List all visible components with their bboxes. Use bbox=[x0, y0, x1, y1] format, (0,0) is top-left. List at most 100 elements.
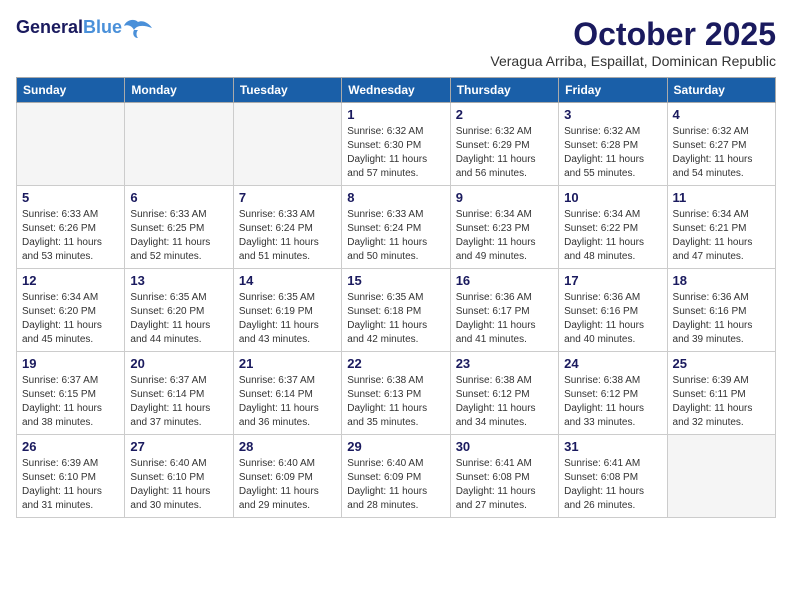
day-number: 24 bbox=[564, 356, 661, 371]
calendar-cell bbox=[125, 103, 233, 186]
calendar-cell: 8 Sunrise: 6:33 AM Sunset: 6:24 PM Daylig… bbox=[342, 186, 450, 269]
day-number: 30 bbox=[456, 439, 553, 454]
day-info: Sunrise: 6:39 AM Sunset: 6:11 PM Dayligh… bbox=[673, 374, 770, 430]
day-number: 1 bbox=[347, 107, 444, 122]
day-number: 8 bbox=[347, 190, 444, 205]
calendar-cell: 16 Sunrise: 6:36 AM Sunset: 6:17 PM Dayli… bbox=[450, 269, 558, 352]
calendar-cell: 10 Sunrise: 6:34 AM Sunset: 6:22 PM Dayli… bbox=[559, 186, 667, 269]
calendar-week-row: 12 Sunrise: 6:34 AM Sunset: 6:20 PM Dayli… bbox=[17, 269, 776, 352]
calendar-cell: 7 Sunrise: 6:33 AM Sunset: 6:24 PM Daylig… bbox=[233, 186, 341, 269]
day-number: 21 bbox=[239, 356, 336, 371]
calendar-cell: 29Sunrise: 6:40 AM Sunset: 6:09 PM Dayli… bbox=[342, 435, 450, 518]
day-number: 7 bbox=[239, 190, 336, 205]
day-info: Sunrise: 6:41 AM Sunset: 6:08 PM Dayligh… bbox=[564, 457, 661, 513]
day-info: Sunrise: 6:40 AM Sunset: 6:09 PM Dayligh… bbox=[239, 457, 336, 513]
day-info: Sunrise: 6:37 AM Sunset: 6:14 PM Dayligh… bbox=[239, 374, 336, 430]
day-info: Sunrise: 6:36 AM Sunset: 6:16 PM Dayligh… bbox=[673, 291, 770, 347]
day-number: 28 bbox=[239, 439, 336, 454]
day-info: Sunrise: 6:33 AM Sunset: 6:26 PM Dayligh… bbox=[22, 208, 119, 264]
calendar-cell: 20Sunrise: 6:37 AM Sunset: 6:14 PM Dayli… bbox=[125, 352, 233, 435]
calendar-cell: 27 Sunrise: 6:40 AM Sunset: 6:10 PM Dayli… bbox=[125, 435, 233, 518]
calendar-cell: 31 Sunrise: 6:41 AM Sunset: 6:08 PM Dayli… bbox=[559, 435, 667, 518]
day-info: Sunrise: 6:34 AM Sunset: 6:21 PM Dayligh… bbox=[673, 208, 770, 264]
day-info: Sunrise: 6:33 AM Sunset: 6:25 PM Dayligh… bbox=[130, 208, 227, 264]
day-info: Sunrise: 6:38 AM Sunset: 6:12 PM Dayligh… bbox=[456, 374, 553, 430]
weekday-header-row: SundayMondayTuesdayWednesdayThursdayFrid… bbox=[17, 78, 776, 103]
calendar-cell bbox=[667, 435, 775, 518]
day-info: Sunrise: 6:36 AM Sunset: 6:17 PM Dayligh… bbox=[456, 291, 553, 347]
weekday-header-sunday: Sunday bbox=[17, 78, 125, 103]
calendar-cell: 24 Sunrise: 6:38 AM Sunset: 6:12 PM Dayli… bbox=[559, 352, 667, 435]
day-number: 18 bbox=[673, 273, 770, 288]
day-number: 26 bbox=[22, 439, 119, 454]
day-number: 29 bbox=[347, 439, 444, 454]
calendar-cell: 19 Sunrise: 6:37 AM Sunset: 6:15 PM Dayli… bbox=[17, 352, 125, 435]
calendar-cell: 30Sunrise: 6:41 AM Sunset: 6:08 PM Dayli… bbox=[450, 435, 558, 518]
day-info: Sunrise: 6:33 AM Sunset: 6:24 PM Dayligh… bbox=[347, 208, 444, 264]
day-number: 27 bbox=[130, 439, 227, 454]
day-info: Sunrise: 6:38 AM Sunset: 6:12 PM Dayligh… bbox=[564, 374, 661, 430]
weekday-header-monday: Monday bbox=[125, 78, 233, 103]
day-number: 14 bbox=[239, 273, 336, 288]
weekday-header-saturday: Saturday bbox=[667, 78, 775, 103]
day-number: 31 bbox=[564, 439, 661, 454]
calendar-cell: 12 Sunrise: 6:34 AM Sunset: 6:20 PM Dayli… bbox=[17, 269, 125, 352]
weekday-header-thursday: Thursday bbox=[450, 78, 558, 103]
day-number: 13 bbox=[130, 273, 227, 288]
day-info: Sunrise: 6:38 AM Sunset: 6:13 PM Dayligh… bbox=[347, 374, 444, 430]
day-number: 16 bbox=[456, 273, 553, 288]
day-info: Sunrise: 6:32 AM Sunset: 6:29 PM Dayligh… bbox=[456, 125, 553, 181]
month-title: October 2025 bbox=[490, 16, 776, 53]
day-info: Sunrise: 6:35 AM Sunset: 6:18 PM Dayligh… bbox=[347, 291, 444, 347]
logo: GeneralBlue bbox=[16, 16, 152, 40]
calendar-cell: 17 Sunrise: 6:36 AM Sunset: 6:16 PM Dayli… bbox=[559, 269, 667, 352]
day-info: Sunrise: 6:34 AM Sunset: 6:22 PM Dayligh… bbox=[564, 208, 661, 264]
day-info: Sunrise: 6:32 AM Sunset: 6:30 PM Dayligh… bbox=[347, 125, 444, 181]
calendar-cell: 26 Sunrise: 6:39 AM Sunset: 6:10 PM Dayli… bbox=[17, 435, 125, 518]
logo-text: GeneralBlue bbox=[16, 18, 122, 38]
day-info: Sunrise: 6:36 AM Sunset: 6:16 PM Dayligh… bbox=[564, 291, 661, 347]
calendar-cell: 18 Sunrise: 6:36 AM Sunset: 6:16 PM Dayli… bbox=[667, 269, 775, 352]
day-info: Sunrise: 6:37 AM Sunset: 6:14 PM Dayligh… bbox=[130, 374, 227, 430]
calendar-cell: 14Sunrise: 6:35 AM Sunset: 6:19 PM Dayli… bbox=[233, 269, 341, 352]
calendar-cell bbox=[233, 103, 341, 186]
day-number: 10 bbox=[564, 190, 661, 205]
day-number: 23 bbox=[456, 356, 553, 371]
day-info: Sunrise: 6:32 AM Sunset: 6:27 PM Dayligh… bbox=[673, 125, 770, 181]
calendar-cell: 1 Sunrise: 6:32 AM Sunset: 6:30 PM Daylig… bbox=[342, 103, 450, 186]
day-info: Sunrise: 6:34 AM Sunset: 6:20 PM Dayligh… bbox=[22, 291, 119, 347]
day-info: Sunrise: 6:37 AM Sunset: 6:15 PM Dayligh… bbox=[22, 374, 119, 430]
weekday-header-wednesday: Wednesday bbox=[342, 78, 450, 103]
weekday-header-friday: Friday bbox=[559, 78, 667, 103]
calendar-week-row: 19 Sunrise: 6:37 AM Sunset: 6:15 PM Dayli… bbox=[17, 352, 776, 435]
calendar-cell: 21 Sunrise: 6:37 AM Sunset: 6:14 PM Dayli… bbox=[233, 352, 341, 435]
day-info: Sunrise: 6:35 AM Sunset: 6:20 PM Dayligh… bbox=[130, 291, 227, 347]
calendar-cell: 13 Sunrise: 6:35 AM Sunset: 6:20 PM Dayli… bbox=[125, 269, 233, 352]
calendar-cell: 25Sunrise: 6:39 AM Sunset: 6:11 PM Dayli… bbox=[667, 352, 775, 435]
calendar-cell: 6Sunrise: 6:33 AM Sunset: 6:25 PM Daylig… bbox=[125, 186, 233, 269]
logo-bird-icon bbox=[124, 16, 152, 40]
calendar-cell: 5 Sunrise: 6:33 AM Sunset: 6:26 PM Daylig… bbox=[17, 186, 125, 269]
day-info: Sunrise: 6:39 AM Sunset: 6:10 PM Dayligh… bbox=[22, 457, 119, 513]
calendar-cell: 28 Sunrise: 6:40 AM Sunset: 6:09 PM Dayli… bbox=[233, 435, 341, 518]
calendar-cell: 9Sunrise: 6:34 AM Sunset: 6:23 PM Daylig… bbox=[450, 186, 558, 269]
calendar-week-row: 5 Sunrise: 6:33 AM Sunset: 6:26 PM Daylig… bbox=[17, 186, 776, 269]
title-block: October 2025 Veragua Arriba, Espaillat, … bbox=[490, 16, 776, 69]
day-info: Sunrise: 6:34 AM Sunset: 6:23 PM Dayligh… bbox=[456, 208, 553, 264]
calendar-cell: 4 Sunrise: 6:32 AM Sunset: 6:27 PM Daylig… bbox=[667, 103, 775, 186]
day-number: 22 bbox=[347, 356, 444, 371]
subtitle: Veragua Arriba, Espaillat, Dominican Rep… bbox=[490, 53, 776, 69]
day-number: 17 bbox=[564, 273, 661, 288]
day-number: 5 bbox=[22, 190, 119, 205]
calendar-cell bbox=[17, 103, 125, 186]
calendar-cell: 2Sunrise: 6:32 AM Sunset: 6:29 PM Daylig… bbox=[450, 103, 558, 186]
day-info: Sunrise: 6:40 AM Sunset: 6:10 PM Dayligh… bbox=[130, 457, 227, 513]
day-number: 12 bbox=[22, 273, 119, 288]
day-number: 19 bbox=[22, 356, 119, 371]
calendar-cell: 23 Sunrise: 6:38 AM Sunset: 6:12 PM Dayli… bbox=[450, 352, 558, 435]
day-info: Sunrise: 6:33 AM Sunset: 6:24 PM Dayligh… bbox=[239, 208, 336, 264]
page-header: GeneralBlue October 2025 Veragua Arriba,… bbox=[16, 16, 776, 69]
day-number: 4 bbox=[673, 107, 770, 122]
calendar-cell: 3Sunrise: 6:32 AM Sunset: 6:28 PM Daylig… bbox=[559, 103, 667, 186]
day-info: Sunrise: 6:32 AM Sunset: 6:28 PM Dayligh… bbox=[564, 125, 661, 181]
